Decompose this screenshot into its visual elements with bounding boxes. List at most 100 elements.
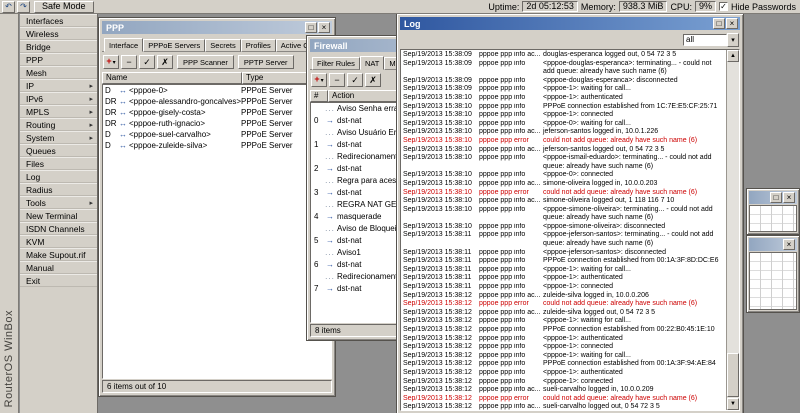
sidebar-item[interactable]: Queues (20, 144, 97, 157)
close-button[interactable]: × (783, 239, 795, 250)
log-row[interactable]: Sep/19/2013 15:38:11 pppoe ppp info PPPo… (401, 257, 726, 266)
sidebar-item[interactable]: Interfaces (20, 14, 97, 27)
log-row[interactable]: Sep/19/2013 15:38:10 pppoe ppp info <ppp… (401, 223, 726, 232)
disable-button[interactable]: ✗ (365, 73, 381, 87)
log-row[interactable]: Sep/19/2013 15:38:10 pppoe ppp info ac..… (401, 197, 726, 206)
undo-button[interactable]: ↶ (2, 0, 15, 13)
sidebar-item[interactable]: New Terminal (20, 209, 97, 222)
restore-button[interactable]: □ (305, 22, 317, 33)
pptp-server-button[interactable]: PPTP Server (237, 55, 294, 69)
enable-button[interactable]: ✓ (139, 55, 155, 69)
sidebar-item[interactable]: Radius (20, 183, 97, 196)
log-row[interactable]: Sep/19/2013 15:38:10 pppoe ppp info ac..… (401, 146, 726, 155)
log-row[interactable]: Sep/19/2013 15:38:10 pppoe ppp info ac..… (401, 128, 726, 137)
table-row[interactable]: DR ↔ <pppoe-ruth-ignacio> PPPoE Server (103, 118, 331, 129)
add-button[interactable]: +▾ (103, 55, 119, 69)
ppp-tab[interactable]: Profiles (240, 39, 276, 52)
restore-button[interactable]: □ (770, 192, 782, 203)
log-row[interactable]: Sep/19/2013 15:38:11 pppoe ppp info <ppp… (401, 249, 726, 258)
log-row[interactable]: Sep/19/2013 15:38:12 pppoe ppp info ac..… (401, 386, 726, 395)
background-window-1-titlebar[interactable]: □ × (749, 191, 797, 204)
ppp-tab[interactable]: PPPoE Servers (143, 39, 206, 52)
log-titlebar[interactable]: Log □ × (400, 17, 740, 30)
log-row[interactable]: Sep/19/2013 15:38:12 pppoe ppp info <ppp… (401, 317, 726, 326)
sidebar-item[interactable]: Log (20, 170, 97, 183)
sidebar-item[interactable]: Manual (20, 261, 97, 274)
scroll-down-button[interactable]: ▼ (727, 398, 739, 410)
log-row[interactable]: Sep/19/2013 15:38:10 pppoe ppp info PPPo… (401, 103, 726, 112)
sidebar-item[interactable]: Wireless (20, 27, 97, 40)
log-row[interactable]: Sep/19/2013 15:38:10 pppoe ppp info <ppp… (401, 111, 726, 120)
log-row[interactable]: Sep/19/2013 15:38:12 pppoe ppp info <ppp… (401, 352, 726, 361)
sidebar-item[interactable]: IP ▸ (20, 79, 97, 92)
log-row[interactable]: Sep/19/2013 15:38:10 pppoe ppp info <ppp… (401, 171, 726, 180)
log-row[interactable]: Sep/19/2013 15:38:09 pppoe ppp info <ppp… (401, 85, 726, 94)
table-row[interactable]: DR ↔ <pppoe-alessandro-goncalves> PPPoE … (103, 96, 331, 107)
enable-button[interactable]: ✓ (347, 73, 363, 87)
log-row[interactable]: Sep/19/2013 15:38:10 pppoe ppp info <ppp… (401, 154, 726, 171)
add-button[interactable]: +▾ (311, 73, 327, 87)
log-scrollbar[interactable]: ▲ ▼ (726, 50, 739, 410)
log-row[interactable]: Sep/19/2013 15:38:10 pppoe ppp error cou… (401, 137, 726, 146)
log-row[interactable]: Sep/19/2013 15:38:11 pppoe ppp info <ppp… (401, 266, 726, 275)
log-row[interactable]: Sep/19/2013 15:38:12 pppoe ppp info ac..… (401, 309, 726, 318)
log-row[interactable]: Sep/19/2013 15:38:11 pppoe ppp info <ppp… (401, 274, 726, 283)
log-row[interactable]: Sep/19/2013 15:38:12 pppoe ppp info <ppp… (401, 369, 726, 378)
sidebar-item[interactable]: System ▸ (20, 131, 97, 144)
disable-button[interactable]: ✗ (157, 55, 173, 69)
ppp-titlebar[interactable]: PPP □ × (102, 21, 332, 34)
log-filter-select[interactable]: all ▾ (683, 33, 739, 47)
table-row[interactable]: D ↔ <pppoe-0> PPPoE Server (103, 85, 331, 96)
close-button[interactable]: × (318, 22, 330, 33)
ppp-tab[interactable]: Interface (104, 38, 144, 52)
log-row[interactable]: Sep/19/2013 15:38:09 pppoe ppp info ac..… (401, 51, 726, 60)
restore-button[interactable]: □ (713, 18, 725, 29)
firewall-tab[interactable]: Filter Rules (312, 57, 360, 70)
log-row[interactable]: Sep/19/2013 15:38:12 pppoe ppp error cou… (401, 300, 726, 309)
scrollbar-thumb[interactable] (727, 353, 739, 397)
log-row[interactable]: Sep/19/2013 15:38:10 pppoe ppp info ac..… (401, 180, 726, 189)
log-row[interactable]: Sep/19/2013 15:38:12 pppoe ppp info <ppp… (401, 343, 726, 352)
sidebar-item[interactable]: IPv6 ▸ (20, 92, 97, 105)
sidebar-item[interactable]: Exit (20, 274, 97, 287)
redo-button[interactable]: ↷ (17, 0, 30, 13)
sidebar-item[interactable]: Mesh (20, 66, 97, 79)
log-row[interactable]: Sep/19/2013 15:38:12 pppoe ppp error cou… (401, 395, 726, 404)
ppp-scanner-button[interactable]: PPP Scanner (177, 55, 234, 69)
log-row[interactable]: Sep/19/2013 15:38:10 pppoe ppp info <ppp… (401, 120, 726, 129)
ppp-tab[interactable]: Secrets (205, 39, 241, 52)
table-row[interactable]: D ↔ <pppoe-zuleide-silva> PPPoE Server (103, 140, 331, 151)
remove-button[interactable]: − (329, 73, 345, 87)
sidebar-item[interactable]: MPLS ▸ (20, 105, 97, 118)
sidebar-item[interactable]: KVM (20, 235, 97, 248)
sidebar-item[interactable]: Make Supout.rif (20, 248, 97, 261)
close-button[interactable]: × (726, 18, 738, 29)
log-row[interactable]: Sep/19/2013 15:38:09 pppoe ppp info <ppp… (401, 77, 726, 86)
log-row[interactable]: Sep/19/2013 15:38:10 pppoe ppp info <ppp… (401, 94, 726, 103)
sidebar-item[interactable]: Tools ▸ (20, 196, 97, 209)
log-row[interactable]: Sep/19/2013 15:38:12 pppoe ppp info ac..… (401, 403, 726, 410)
log-row[interactable]: Sep/19/2013 15:38:10 pppoe ppp error cou… (401, 189, 726, 198)
log-row[interactable]: Sep/19/2013 15:38:10 pppoe ppp info <ppp… (401, 206, 726, 223)
log-row[interactable]: Sep/19/2013 15:38:12 pppoe ppp info <ppp… (401, 335, 726, 344)
firewall-tab[interactable]: NAT (359, 56, 385, 70)
dropdown-button[interactable]: ▾ (727, 33, 739, 47)
sidebar-item[interactable]: PPP (20, 53, 97, 66)
table-row[interactable]: DR ↔ <pppoe-gisely-costa> PPPoE Server (103, 107, 331, 118)
background-window-2-titlebar[interactable]: × (749, 238, 797, 251)
log-row[interactable]: Sep/19/2013 15:38:11 pppoe ppp info <ppp… (401, 231, 726, 248)
log-row[interactable]: Sep/19/2013 15:38:12 pppoe ppp info PPPo… (401, 326, 726, 335)
log-row[interactable]: Sep/19/2013 15:38:12 pppoe ppp info ac..… (401, 292, 726, 301)
table-row[interactable]: D ↔ <pppoe-suel-carvalho> PPPoE Server (103, 129, 331, 140)
log-row[interactable]: Sep/19/2013 15:38:09 pppoe ppp info <ppp… (401, 60, 726, 77)
scroll-up-button[interactable]: ▲ (727, 50, 739, 62)
sidebar-item[interactable]: Bridge (20, 40, 97, 53)
close-button[interactable]: × (783, 192, 795, 203)
sidebar-item[interactable]: Routing ▸ (20, 118, 97, 131)
safe-mode-button[interactable]: Safe Mode (34, 0, 94, 13)
log-row[interactable]: Sep/19/2013 15:38:11 pppoe ppp info <ppp… (401, 283, 726, 292)
remove-button[interactable]: − (121, 55, 137, 69)
hide-passwords-checkbox[interactable]: ✓ (718, 2, 728, 11)
log-row[interactable]: Sep/19/2013 15:38:12 pppoe ppp info PPPo… (401, 360, 726, 369)
log-row[interactable]: Sep/19/2013 15:38:12 pppoe ppp info <ppp… (401, 378, 726, 387)
